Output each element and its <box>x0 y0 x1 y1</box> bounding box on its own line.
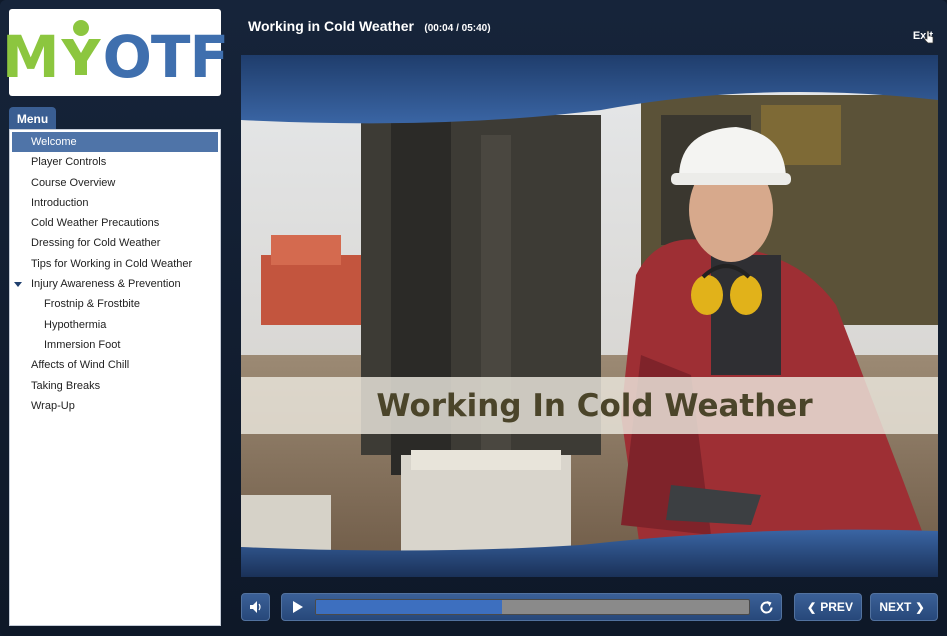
menu-item[interactable]: Affects of Wind Chill <box>10 355 220 375</box>
slide-title: Working In Cold Weather <box>376 387 813 424</box>
prev-button[interactable]: ❮ PREV <box>794 593 862 621</box>
play-icon[interactable] <box>293 601 303 613</box>
menu-item-label: Frostnip & Frostbite <box>44 298 140 311</box>
menu-item-label: Tips for Working in Cold Weather <box>31 257 193 270</box>
menu-item[interactable]: Frostnip & Frostbite <box>10 294 220 314</box>
logo-letter-m: M <box>1 23 60 91</box>
menu-item-label: Taking Breaks <box>31 379 101 392</box>
header: Working in Cold Weather (00:04 / 05:40) <box>248 18 491 36</box>
menu-item[interactable]: Introduction <box>10 193 220 213</box>
menu-item-label: Course Overview <box>31 176 116 189</box>
menu-item-label: Player Controls <box>31 156 107 169</box>
progress-fill <box>316 600 503 614</box>
menu-item[interactable]: Dressing for Cold Weather <box>10 233 220 253</box>
prev-label: PREV <box>820 600 853 614</box>
menu-item[interactable]: Tips for Working in Cold Weather <box>10 254 220 274</box>
speaker-icon <box>249 601 261 613</box>
menu-item[interactable]: Course Overview <box>10 173 220 193</box>
menu-item-label: Injury Awareness & Prevention <box>31 278 181 291</box>
menu-item-label: Hypothermia <box>44 318 107 331</box>
menu-item-label: Welcome <box>31 136 77 148</box>
menu-list: Welcome Player Controls Course Overview Int… <box>10 130 220 416</box>
menu-item[interactable]: Injury Awareness & Prevention <box>10 274 220 294</box>
progress-track[interactable] <box>315 599 750 615</box>
menu-item[interactable]: Player Controls <box>10 152 220 172</box>
pointer-cursor-icon <box>924 30 934 44</box>
playback-timer: (00:04 / 05:40) <box>424 23 491 34</box>
logo-letters-otf: OTF <box>102 23 229 91</box>
next-button[interactable]: NEXT ❯ <box>870 593 938 621</box>
menu-item-label: Wrap-Up <box>31 399 75 412</box>
menu-item[interactable]: Taking Breaks <box>10 376 220 396</box>
chevron-left-icon: ❮ <box>807 601 817 614</box>
course-title: Working in Cold Weather <box>248 18 414 34</box>
slide-title-banner: Working In Cold Weather <box>241 377 938 434</box>
slide-stage: Working In Cold Weather <box>241 55 938 577</box>
menu-item-label: Affects of Wind Chill <box>31 359 130 372</box>
slide-photo <box>241 55 938 577</box>
volume-button[interactable] <box>241 593 270 621</box>
menu-item-label: Introduction <box>31 196 89 209</box>
menu-item[interactable]: Cold Weather Precautions <box>10 213 220 233</box>
menu-tab[interactable]: Menu <box>9 107 56 131</box>
menu-item-label: Immersion Foot <box>44 338 121 351</box>
menu-panel: Welcome Player Controls Course Overview Int… <box>9 129 221 626</box>
replay-icon[interactable] <box>758 599 775 616</box>
menu-item[interactable]: Immersion Foot <box>10 335 220 355</box>
menu-item[interactable]: Wrap-Up <box>10 396 220 416</box>
menu-item[interactable]: Hypothermia <box>10 315 220 335</box>
chevron-right-icon: ❯ <box>915 601 925 614</box>
next-label: NEXT <box>879 600 912 614</box>
expand-arrow-icon[interactable] <box>14 282 22 288</box>
menu-item[interactable]: Welcome <box>12 132 218 153</box>
menu-item-label: Dressing for Cold Weather <box>31 237 161 250</box>
playback-bar <box>281 593 782 621</box>
logo-person-icon <box>59 19 103 86</box>
company-logo: M OTF <box>2 9 229 96</box>
menu-tab-label: Menu <box>16 112 49 126</box>
menu-item-label: Cold Weather Precautions <box>31 217 160 230</box>
